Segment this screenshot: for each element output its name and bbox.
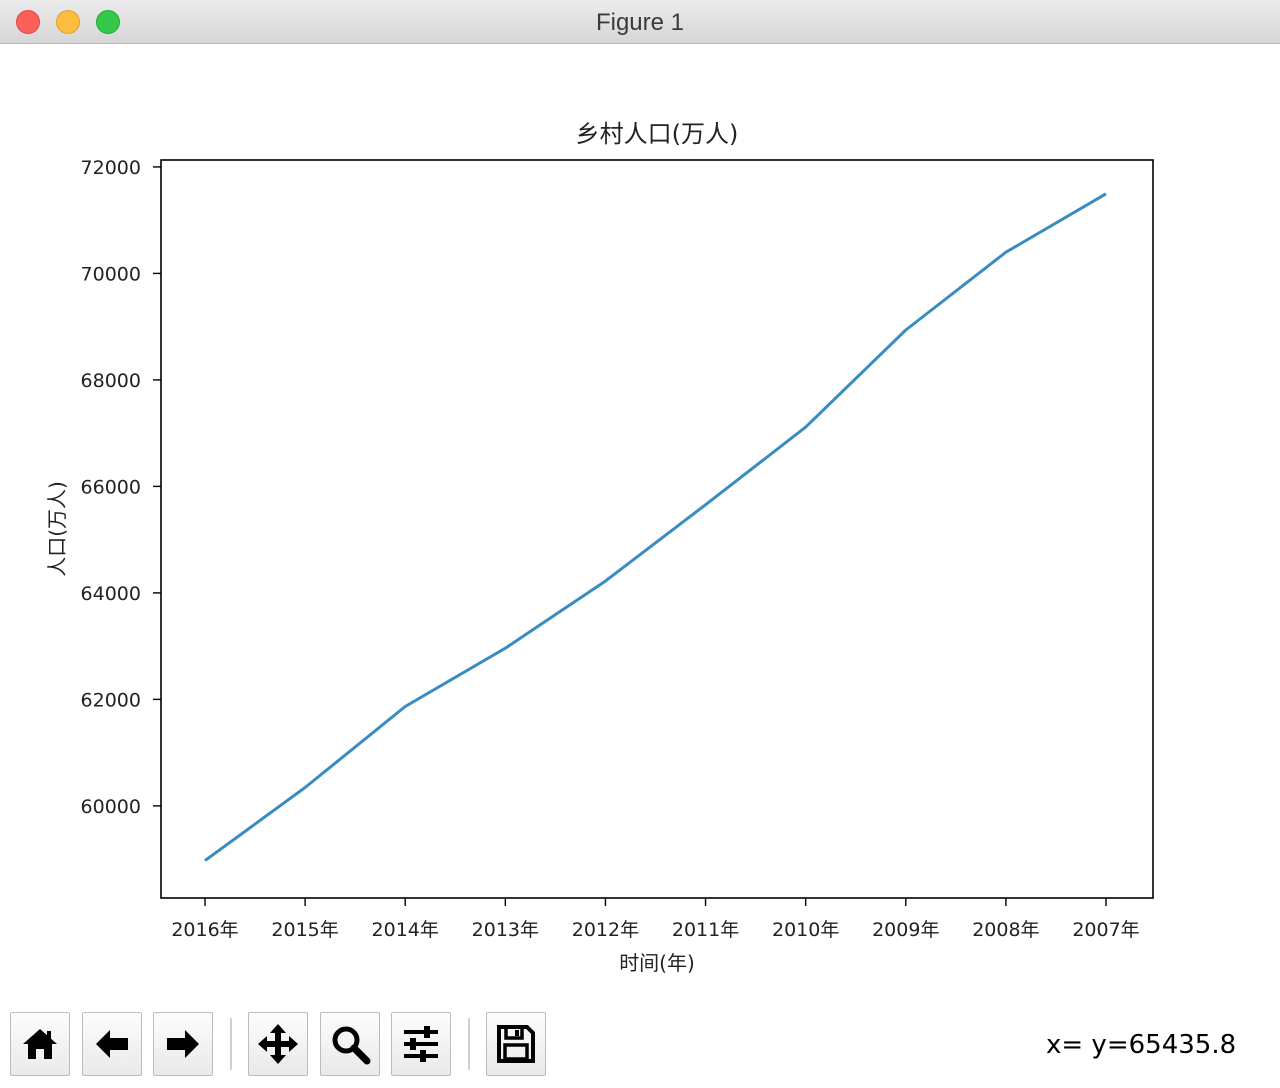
x-tick-label: 2010年 (772, 919, 839, 941)
cursor-coordinates: x= y=65435.8 (1046, 1030, 1237, 1060)
move-icon (258, 1024, 298, 1064)
y-tick-label: 60000 (81, 796, 141, 818)
x-tick-label: 2013年 (472, 919, 539, 941)
arrow-right-icon (167, 1030, 199, 1058)
arrow-left-icon (96, 1030, 128, 1058)
x-tick-label: 2007年 (1072, 919, 1139, 941)
figure-canvas[interactable]: 乡村人口(万人) 60000 62000 64000 66000 68000 70000 72… (0, 44, 1280, 1002)
floppy-disk-icon (497, 1025, 535, 1063)
y-tick-label: 72000 (81, 157, 141, 179)
toolbar-separator (468, 1018, 470, 1070)
pan-button[interactable] (248, 1012, 308, 1076)
x-axis-label: 时间(年) (619, 951, 695, 975)
configure-subplots-button[interactable] (391, 1012, 451, 1076)
x-tick-label: 2011年 (672, 919, 739, 941)
sliders-icon (404, 1026, 438, 1062)
y-tick-label: 66000 (81, 476, 141, 498)
x-tick-label: 2014年 (372, 919, 439, 941)
x-tick-label: 2016年 (171, 919, 238, 941)
forward-button[interactable] (153, 1012, 213, 1076)
y-tick-label: 62000 (81, 689, 141, 711)
y-tick-label: 64000 (81, 583, 141, 605)
y-tick-label: 70000 (81, 263, 141, 285)
magnifier-icon (332, 1026, 371, 1065)
x-tick-label: 2012年 (572, 919, 639, 941)
home-button[interactable] (10, 1012, 70, 1076)
window-title: Figure 1 (595, 9, 685, 36)
plot-frame (160, 159, 1154, 899)
x-tick-label: 2009年 (872, 919, 939, 941)
home-icon (23, 1029, 57, 1059)
x-tick-label: 2015年 (271, 919, 338, 941)
series-line (204, 192, 1107, 862)
back-button[interactable] (82, 1012, 142, 1076)
y-axis-label: 人口(万人) (45, 481, 69, 577)
chart-title: 乡村人口(万人) (576, 120, 739, 148)
x-tick-label: 2008年 (972, 919, 1039, 941)
zoom-button[interactable] (320, 1012, 380, 1076)
save-button[interactable] (486, 1012, 546, 1076)
y-tick-label: 68000 (81, 370, 141, 392)
window-titlebar: Figure 1 (0, 0, 1280, 44)
toolbar-separator (230, 1018, 232, 1070)
